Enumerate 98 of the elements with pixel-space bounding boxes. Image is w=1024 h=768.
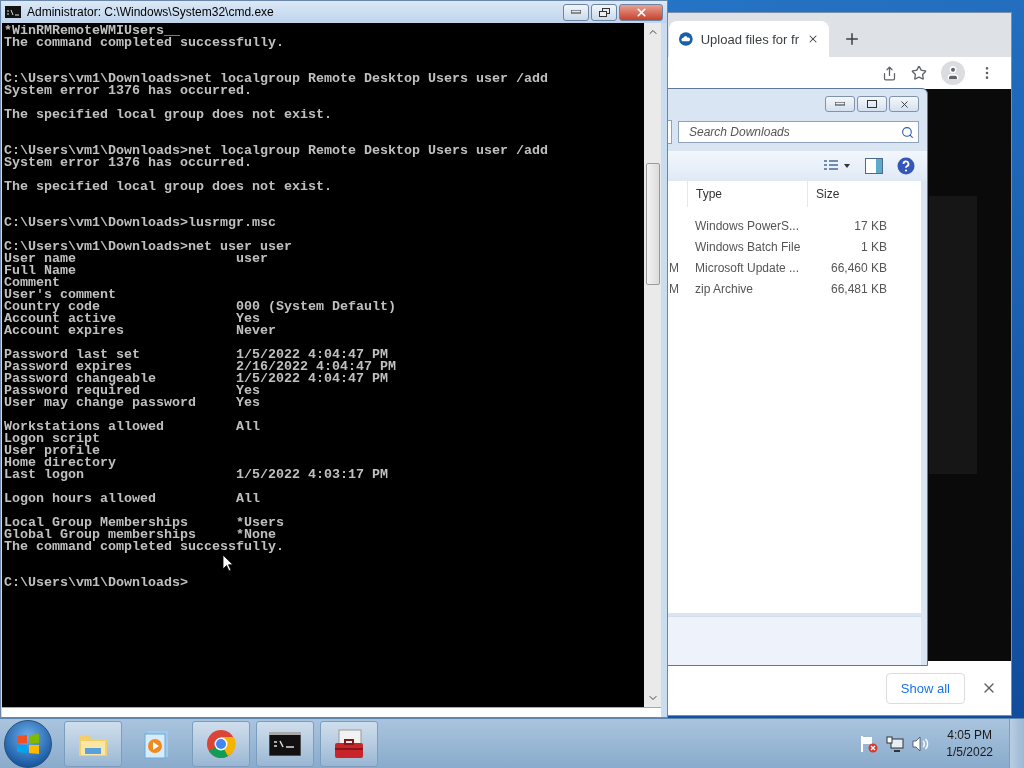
taskbar-app-button[interactable]	[320, 720, 378, 767]
console-line: C:\Users\vm1\Downloads>net localgroup Remote Desktop Users user /add	[4, 73, 549, 85]
field-value: Yes	[235, 313, 260, 325]
console-line: The command completed successfully.	[4, 541, 285, 553]
field-label: Account active	[4, 313, 116, 325]
show-all-button[interactable]: Show all	[885, 672, 965, 704]
field-value: 1/5/2022 4:03:17 PM	[235, 469, 388, 481]
field-value: 2/16/2022 4:04:47 PM	[235, 361, 396, 373]
star-icon[interactable]	[911, 65, 927, 81]
console-line: The specified local group does not exist.	[4, 181, 333, 193]
clock[interactable]: 4:05 PM 1/5/2022	[946, 726, 993, 761]
table-cell-text: zip Archive	[694, 281, 755, 296]
field-value: 1/5/2022 4:04:47 PM	[235, 349, 388, 361]
preview-pane-icon[interactable]	[865, 158, 883, 174]
table-cell-text: 66,481 KB	[829, 281, 887, 296]
table-cell-text: 66,460 KB	[829, 260, 887, 275]
console-line: C:\Users\vm1\Downloads>net localgroup Remote Desktop Users user /add	[4, 145, 549, 157]
help-icon[interactable]	[897, 157, 915, 175]
maximize-button[interactable]	[857, 96, 887, 112]
field-value: 000 (System Default)	[235, 301, 396, 313]
field-value: Yes	[235, 385, 260, 397]
table-cell-text: Windows Batch File	[694, 239, 802, 254]
profile-icon[interactable]	[941, 61, 965, 85]
volume-icon[interactable]	[912, 735, 931, 752]
scroll-thumb[interactable]	[645, 163, 660, 285]
field-label: Password last set	[4, 349, 141, 361]
close-icon	[634, 5, 648, 19]
console-line: C:\Users\vm1\Downloads>	[4, 577, 189, 589]
start-button[interactable]	[4, 719, 52, 768]
table-cell-text: Windows PowerS...	[694, 218, 801, 233]
console-line: C:\Users\vm1\Downloads>lusrmgr.msc	[4, 217, 277, 229]
field-label: Comment	[4, 277, 60, 289]
column-header[interactable]: Size	[807, 181, 887, 207]
field-label: Account expires	[4, 325, 125, 337]
field-label: User may change password	[4, 397, 197, 409]
taskbar-app-button[interactable]	[256, 720, 314, 767]
action-center-flag-icon[interactable]	[860, 734, 879, 753]
field-label: Password required	[4, 385, 140, 397]
restore-button[interactable]	[591, 3, 617, 21]
tab-title: Upload files for fr	[700, 31, 799, 47]
terminal-icon	[269, 731, 301, 756]
field-label: Workstations allowed	[4, 421, 165, 433]
close-icon	[898, 98, 910, 110]
field-label: Full Name	[4, 265, 77, 277]
search-field[interactable]: Search Downloads	[687, 124, 901, 140]
new-tab-icon[interactable]	[843, 30, 861, 48]
field-value: All	[235, 421, 260, 433]
chrome-icon	[206, 728, 236, 759]
network-icon[interactable]	[886, 735, 905, 752]
field-label: Logon script	[4, 433, 101, 445]
field-value: Yes	[235, 397, 260, 409]
view-list-icon[interactable]	[823, 159, 851, 173]
field-label: User's comment	[4, 289, 117, 301]
field-label: Home directory	[4, 457, 117, 469]
window-title: Administrator: C:\Windows\System32\cmd.exe	[27, 5, 275, 19]
field-label: Local Group Memberships	[4, 517, 188, 529]
field-label: Country code	[4, 301, 100, 313]
mouse-pointer-icon	[222, 554, 234, 572]
close-button[interactable]	[619, 3, 663, 21]
console-line: *WinRMRemoteWMIUsers__	[4, 25, 180, 37]
toolbox-icon	[333, 728, 365, 759]
field-label: Password expires	[4, 361, 132, 373]
field-value: user	[235, 253, 268, 265]
field-label: Last logon	[4, 469, 84, 481]
field-value: All	[235, 493, 260, 505]
play-icon	[144, 728, 170, 759]
cloud-logo-icon	[679, 31, 693, 47]
field-value: *None	[235, 529, 276, 541]
console-line: System error 1376 has occurred.	[4, 85, 252, 97]
table-cell-text: Microsoft Update ...	[694, 260, 801, 275]
table-cell-text: M	[668, 260, 680, 275]
browser-tab[interactable]: Upload files for fr	[669, 21, 829, 57]
console-icon	[5, 6, 21, 18]
share-icon[interactable]	[882, 65, 897, 81]
field-label: Global Group memberships	[4, 529, 196, 541]
field-value: *Users	[235, 517, 284, 529]
maximize-icon	[867, 100, 877, 108]
console-line: C:\Users\vm1\Downloads>net user user	[4, 241, 293, 253]
search-icon[interactable]	[901, 125, 914, 139]
scrollbar[interactable]	[644, 23, 661, 707]
column-header[interactable]: Type	[687, 181, 807, 207]
console-line: The specified local group does not exist.	[4, 109, 333, 121]
field-label: Password changeable	[4, 373, 157, 385]
windows-logo-icon	[16, 732, 40, 755]
console-line: System error 1376 has occurred.	[4, 157, 252, 169]
restore-icon	[598, 7, 610, 17]
field-label: User profile	[4, 445, 100, 457]
field-value: 1/5/2022 4:04:47 PM	[235, 373, 388, 385]
search-bar[interactable]: Search Downloads	[678, 121, 919, 143]
console-line: The command completed successfully.	[4, 37, 285, 49]
field-label: User name	[4, 253, 77, 265]
minimize-icon	[835, 102, 845, 106]
minimize-icon	[571, 10, 581, 14]
table-cell-text: 17 KB	[853, 218, 887, 233]
field-label: Logon hours allowed	[4, 493, 157, 505]
field-value: Never	[235, 325, 276, 337]
table-cell-text: 1 KB	[860, 239, 887, 254]
table-cell-text: M	[668, 281, 680, 296]
